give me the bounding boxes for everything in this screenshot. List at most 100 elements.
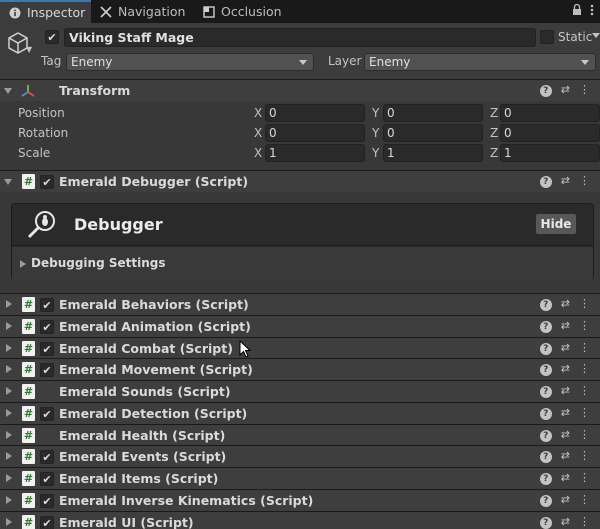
- foldout-collapsed-icon[interactable]: [20, 260, 26, 268]
- component-header[interactable]: # ✔ Emerald Events (Script)? ⇄ ⋮: [0, 445, 600, 467]
- component-enabled-checkbox[interactable]: ✔: [40, 342, 54, 356]
- component-enabled-checkbox[interactable]: ✔: [40, 320, 54, 334]
- component-header[interactable]: # ✔ Emerald Combat (Script)? ⇄ ⋮: [0, 337, 600, 359]
- kebab-menu-icon[interactable]: ⋮: [579, 406, 590, 420]
- kebab-menu-icon[interactable]: ⋮: [579, 384, 590, 398]
- component-enabled-checkbox[interactable]: ✔: [40, 516, 54, 529]
- presets-icon[interactable]: ⇄: [561, 341, 570, 355]
- gameobject-name-field[interactable]: Viking Staff Mage: [64, 28, 536, 47]
- presets-icon[interactable]: ⇄: [561, 493, 570, 507]
- kebab-menu-icon[interactable]: ⋮: [579, 515, 590, 529]
- presets-icon[interactable]: ⇄: [561, 83, 570, 97]
- kebab-menu-icon[interactable]: ⋮: [579, 174, 590, 188]
- presets-icon[interactable]: ⇄: [561, 471, 570, 485]
- kebab-menu-icon[interactable]: ⋮: [579, 319, 590, 333]
- rotation-z-field[interactable]: 0: [500, 124, 600, 142]
- tag-dropdown[interactable]: Enemy: [66, 53, 314, 71]
- kebab-menu-icon[interactable]: ⋮: [579, 341, 590, 355]
- hide-button[interactable]: Hide: [535, 213, 577, 235]
- presets-icon[interactable]: ⇄: [561, 428, 570, 442]
- static-dropdown-caret-icon[interactable]: [592, 33, 600, 38]
- presets-icon[interactable]: ⇄: [561, 174, 570, 188]
- component-header[interactable]: # ✔ Emerald Items (Script)? ⇄ ⋮: [0, 467, 600, 489]
- scale-x-field[interactable]: 1: [265, 144, 365, 162]
- help-icon[interactable]: ?: [539, 299, 552, 311]
- rotation-x-field[interactable]: 0: [265, 124, 365, 142]
- icon-dropdown-caret-icon[interactable]: ▼: [26, 45, 32, 54]
- kebab-menu-icon[interactable]: ⋮: [579, 83, 590, 97]
- kebab-menu-icon[interactable]: ⋮: [579, 362, 590, 376]
- position-x-field[interactable]: 0: [265, 104, 365, 122]
- foldout-expanded-icon[interactable]: [4, 88, 12, 94]
- foldout-collapsed-icon[interactable]: [6, 496, 12, 504]
- help-icon[interactable]: ?: [539, 408, 552, 420]
- lock-icon[interactable]: [572, 3, 582, 19]
- foldout-collapsed-icon[interactable]: [6, 518, 12, 526]
- component-header[interactable]: # ✔ Emerald Inverse Kinematics (Script)? ⇄ ⋮: [0, 489, 600, 511]
- component-header[interactable]: # ✔ Emerald Animation (Script)? ⇄ ⋮: [0, 315, 600, 337]
- help-icon[interactable]: ?: [539, 85, 552, 97]
- script-icon: #: [22, 174, 35, 189]
- help-icon[interactable]: ?: [539, 176, 552, 188]
- help-icon[interactable]: ?: [539, 321, 552, 333]
- foldout-collapsed-icon[interactable]: [6, 409, 12, 417]
- component-header[interactable]: # Emerald Health (Script)? ⇄ ⋮: [0, 424, 600, 446]
- kebab-menu-icon[interactable]: ⋮: [579, 471, 590, 485]
- gameobject-active-checkbox[interactable]: ✔: [45, 30, 59, 44]
- kebab-menu-icon[interactable]: ⋮: [579, 449, 590, 463]
- help-icon[interactable]: ?: [539, 495, 552, 507]
- static-checkbox[interactable]: [540, 30, 554, 44]
- scale-z-field[interactable]: 1: [500, 144, 600, 162]
- foldout-collapsed-icon[interactable]: [6, 452, 12, 460]
- tab-inspector[interactable]: Inspector: [0, 0, 91, 23]
- tab-occlusion[interactable]: Occlusion: [202, 0, 282, 23]
- foldout-collapsed-icon[interactable]: [6, 322, 12, 330]
- kebab-menu-icon[interactable]: ⋮: [579, 493, 590, 507]
- component-enabled-checkbox[interactable]: ✔: [40, 472, 54, 486]
- help-icon[interactable]: ?: [539, 364, 552, 376]
- kebab-menu-icon[interactable]: ⋮: [579, 428, 590, 442]
- foldout-collapsed-icon[interactable]: [6, 344, 12, 352]
- presets-icon[interactable]: ⇄: [561, 297, 570, 311]
- layer-dropdown[interactable]: Enemy: [364, 53, 596, 71]
- component-header[interactable]: # ✔ Emerald Detection (Script)? ⇄ ⋮: [0, 402, 600, 424]
- foldout-collapsed-icon[interactable]: [6, 387, 12, 395]
- help-icon[interactable]: ?: [539, 430, 552, 442]
- component-header[interactable]: # ✔ Emerald Movement (Script)? ⇄ ⋮: [0, 358, 600, 380]
- presets-icon[interactable]: ⇄: [561, 406, 570, 420]
- rotation-y-field[interactable]: 0: [383, 124, 483, 142]
- presets-icon[interactable]: ⇄: [561, 362, 570, 376]
- debugging-settings-foldout[interactable]: Debugging Settings: [12, 247, 593, 281]
- foldout-collapsed-icon[interactable]: [6, 365, 12, 373]
- help-icon[interactable]: ?: [539, 451, 552, 463]
- component-header[interactable]: # Emerald Sounds (Script)? ⇄ ⋮: [0, 380, 600, 402]
- presets-icon[interactable]: ⇄: [561, 515, 570, 529]
- component-enabled-checkbox[interactable]: ✔: [40, 363, 54, 377]
- position-y-field[interactable]: 0: [383, 104, 483, 122]
- component-enabled-checkbox[interactable]: ✔: [40, 450, 54, 464]
- foldout-collapsed-icon[interactable]: [6, 300, 12, 308]
- component-enabled-checkbox[interactable]: ✔: [40, 494, 54, 508]
- presets-icon[interactable]: ⇄: [561, 384, 570, 398]
- presets-icon[interactable]: ⇄: [561, 319, 570, 333]
- help-icon[interactable]: ?: [539, 473, 552, 485]
- debugger-component-header[interactable]: # ✔ Emerald Debugger (Script) ? ⇄ ⋮: [0, 170, 600, 192]
- foldout-collapsed-icon[interactable]: [6, 474, 12, 482]
- foldout-collapsed-icon[interactable]: [6, 431, 12, 439]
- help-icon[interactable]: ?: [539, 517, 552, 529]
- component-header[interactable]: # ✔ Emerald Behaviors (Script)? ⇄ ⋮: [0, 293, 600, 315]
- tab-navigation[interactable]: Navigation: [99, 0, 185, 23]
- transform-header[interactable]: Transform ? ⇄ ⋮: [0, 79, 600, 101]
- help-icon[interactable]: ?: [539, 343, 552, 355]
- component-enabled-checkbox[interactable]: ✔: [40, 298, 54, 312]
- scale-y-field[interactable]: 1: [383, 144, 483, 162]
- foldout-expanded-icon[interactable]: [4, 179, 12, 185]
- kebab-menu-icon[interactable]: ⋮: [579, 297, 590, 311]
- component-header[interactable]: # ✔ Emerald UI (Script)? ⇄ ⋮: [0, 511, 600, 529]
- help-icon[interactable]: ?: [539, 386, 552, 398]
- component-enabled-checkbox[interactable]: ✔: [40, 407, 54, 421]
- position-z-field[interactable]: 0: [500, 104, 600, 122]
- presets-icon[interactable]: ⇄: [561, 449, 570, 463]
- kebab-menu-icon[interactable]: [590, 4, 594, 19]
- component-enabled-checkbox[interactable]: ✔: [40, 175, 54, 189]
